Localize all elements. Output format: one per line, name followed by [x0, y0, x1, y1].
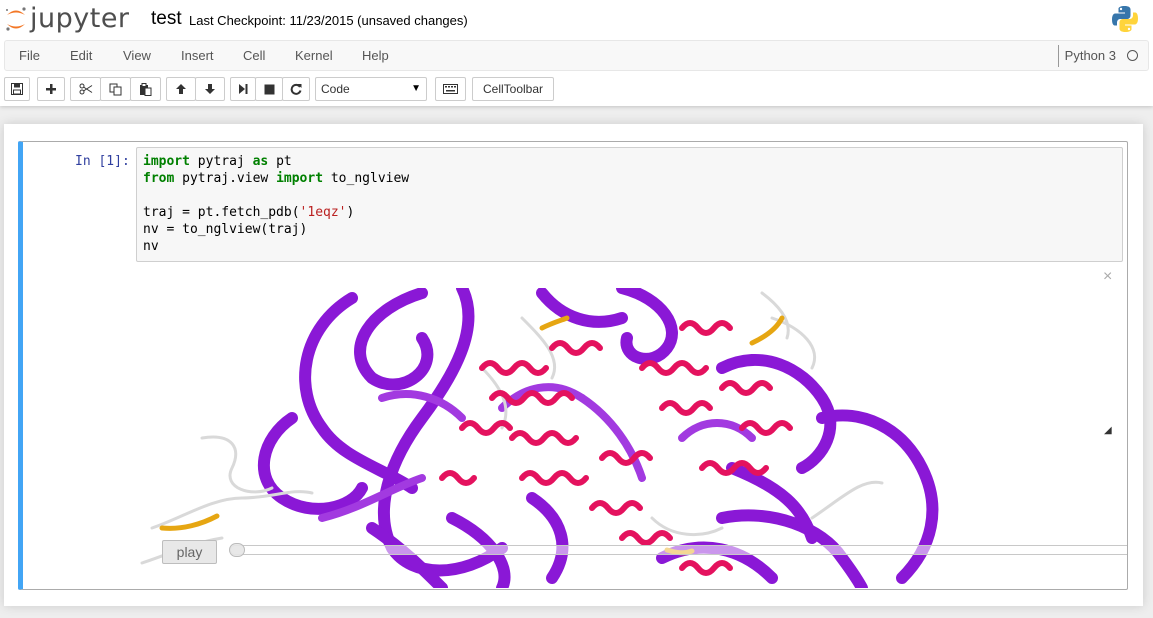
restart-kernel-button[interactable]	[282, 77, 310, 101]
code-text: )	[346, 205, 355, 220]
copy-button[interactable]	[100, 77, 131, 101]
keyboard-icon	[443, 84, 458, 94]
menu-file[interactable]: File	[19, 48, 40, 63]
code-text: pytraj.view	[174, 171, 277, 186]
cell-type-select[interactable]: Code ▼	[315, 77, 427, 101]
move-down-button[interactable]	[195, 77, 225, 101]
notebook-container: In [1]: import pytraj as pt from pytraj.…	[4, 124, 1143, 606]
resize-handle-icon[interactable]: ◢	[1104, 425, 1112, 436]
save-button[interactable]	[4, 77, 30, 101]
jupyter-logo-icon	[6, 7, 26, 31]
notebook-name[interactable]: test	[151, 8, 182, 30]
cut-icon	[79, 83, 92, 95]
command-palette-button[interactable]	[435, 77, 466, 101]
menubar: File Edit View Insert Cell Kernel Help P…	[4, 40, 1149, 71]
plus-icon	[46, 84, 56, 94]
code-text: to_nglview	[323, 171, 410, 186]
close-output-icon[interactable]: ×	[1103, 268, 1112, 286]
nglview-widget[interactable]: play	[122, 288, 1127, 588]
code-text: traj = pt.fetch_pdb(	[143, 205, 300, 220]
code-text: pytraj	[189, 154, 253, 169]
frame-slider[interactable]	[229, 543, 1127, 557]
code-keyword: import	[143, 154, 190, 169]
code-editor[interactable]: import pytraj as pt from pytraj.view imp…	[136, 147, 1123, 262]
arrow-up-icon	[176, 84, 186, 94]
code-keyword: as	[252, 154, 269, 169]
code-string: '1eqz'	[299, 205, 347, 220]
paste-icon	[140, 82, 152, 96]
run-cell-button[interactable]	[230, 77, 256, 101]
python-logo-icon	[1112, 6, 1138, 32]
kernel-name: Python 3	[1057, 45, 1116, 67]
kernel-status-icon	[1127, 50, 1138, 61]
menu-cell[interactable]: Cell	[243, 48, 265, 63]
code-keyword: from	[143, 171, 175, 186]
paste-button[interactable]	[130, 77, 161, 101]
refresh-icon	[290, 83, 302, 95]
code-text: nv	[143, 239, 159, 254]
celltoolbar-button[interactable]: CellToolbar	[472, 77, 554, 101]
protein-structure-render	[140, 288, 939, 588]
save-icon	[11, 83, 23, 95]
menu-kernel[interactable]: Kernel	[295, 48, 333, 63]
step-forward-icon	[239, 84, 248, 94]
logo-text: jupyter	[30, 3, 130, 34]
dropdown-arrow-icon: ▼	[411, 83, 421, 94]
cell-type-value: Code	[321, 82, 350, 96]
menu-edit[interactable]: Edit	[70, 48, 92, 63]
interrupt-kernel-button[interactable]	[255, 77, 283, 101]
header: jupyter test Last Checkpoint: 11/23/2015…	[0, 0, 1153, 106]
code-text: pt	[268, 154, 292, 169]
menu-insert[interactable]: Insert	[181, 48, 214, 63]
menu-view[interactable]: View	[123, 48, 151, 63]
code-keyword: import	[276, 171, 324, 186]
insert-cell-button[interactable]	[37, 77, 65, 101]
stop-icon	[264, 84, 274, 94]
checkpoint-status: Last Checkpoint: 11/23/2015 (unsaved cha…	[189, 13, 468, 28]
jupyter-logo[interactable]: jupyter	[4, 4, 130, 34]
code-text: nv = to_nglview(traj)	[143, 222, 308, 237]
play-button[interactable]: play	[162, 540, 217, 564]
ribbon-sheets	[258, 288, 939, 588]
move-up-button[interactable]	[166, 77, 196, 101]
slider-handle[interactable]	[229, 543, 245, 557]
input-prompt: In [1]:	[75, 154, 130, 169]
code-cell[interactable]: In [1]: import pytraj as pt from pytraj.…	[18, 141, 1128, 590]
copy-icon	[109, 83, 122, 95]
arrow-down-icon	[205, 84, 215, 94]
cut-button[interactable]	[70, 77, 101, 101]
menu-help[interactable]: Help	[362, 48, 389, 63]
